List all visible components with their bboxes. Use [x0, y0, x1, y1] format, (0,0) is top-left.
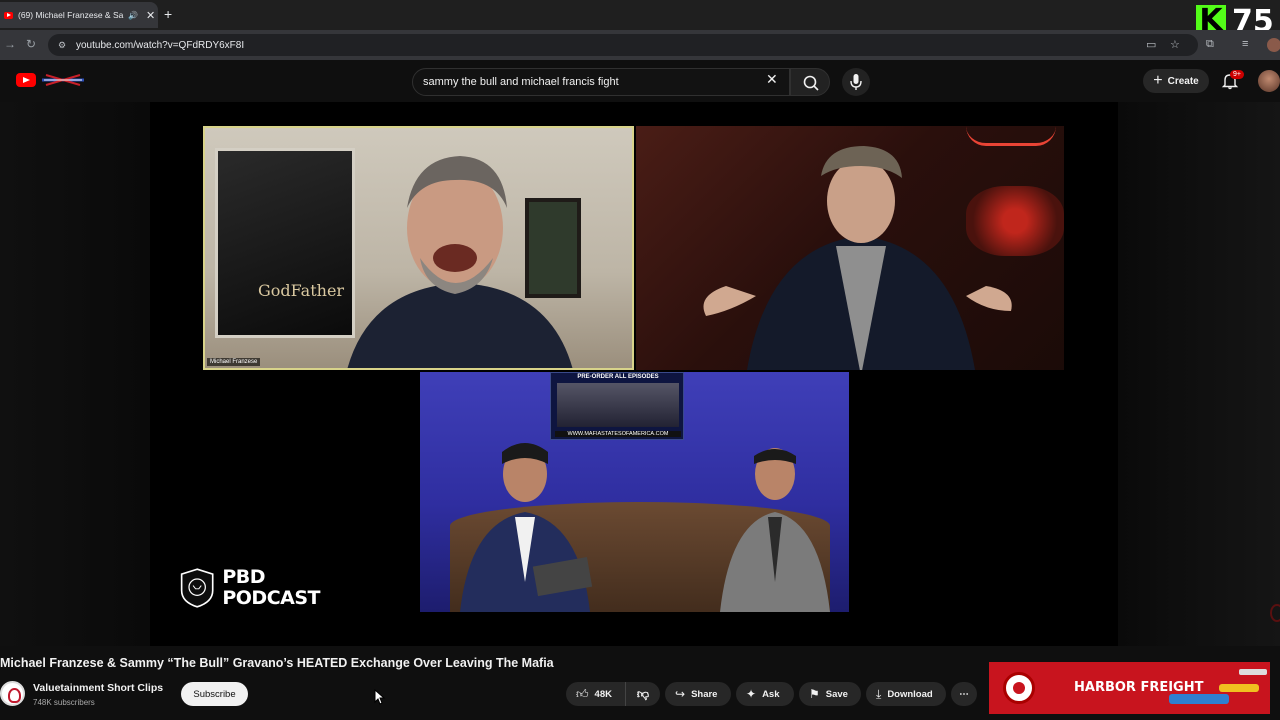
ask-label: Ask — [762, 688, 780, 700]
share-label: Share — [691, 688, 718, 700]
like-count: 48K — [594, 688, 612, 700]
more-dots-icon: ⋯ — [959, 688, 969, 700]
thumbs-down-icon: 👎︎ — [636, 686, 650, 701]
subscriber-count: 748K subscribers — [33, 698, 95, 707]
create-button[interactable]: + Create — [1143, 69, 1209, 93]
tab-title: (69) Michael Franzese & Sa — [18, 10, 124, 20]
youtube-favicon-icon — [4, 11, 13, 19]
channel-avatar[interactable] — [0, 681, 25, 706]
reload-icon[interactable]: ↻ — [26, 37, 36, 51]
create-label: Create — [1167, 75, 1199, 87]
browser-tab-bar: (69) Michael Franzese & Sa 🔊 ✕ + — [0, 0, 1280, 30]
notifications-badge: 9+ — [1230, 70, 1244, 79]
more-actions-button[interactable]: ⋯ — [951, 682, 977, 706]
dislike-button[interactable]: 👎︎ — [626, 682, 660, 706]
site-info-icon[interactable]: ⚙ — [58, 40, 70, 51]
host-figure — [460, 443, 593, 612]
like-button[interactable]: 👍︎ 48K — [566, 682, 626, 706]
clear-search-icon[interactable]: ✕ — [766, 71, 778, 88]
voice-search-button[interactable] — [842, 68, 870, 96]
bookmark-icon: ⚑ — [809, 687, 820, 701]
tools-illustration-icon — [1169, 669, 1267, 704]
video-feed-franzese: GodFather Michael Franzese — [203, 126, 634, 370]
ambient-right — [1118, 102, 1280, 646]
youtube-header: sammy the bull and michael francis fight… — [0, 60, 1280, 102]
save-button[interactable]: ⚑ Save — [799, 682, 861, 706]
media-icon[interactable]: ≡ — [1242, 38, 1248, 50]
cast-icon[interactable]: ▭ — [1146, 38, 1156, 51]
youtube-doodle-icon[interactable] — [40, 72, 86, 88]
forward-icon[interactable]: → — [4, 37, 16, 51]
sparkle-icon: ✦ — [746, 687, 757, 701]
microphone-icon — [850, 74, 862, 90]
download-label: Download — [887, 688, 933, 700]
search-button[interactable] — [790, 68, 830, 96]
speaker-icon[interactable]: 🔊 — [128, 11, 138, 20]
thumbs-up-icon: 👍︎ — [576, 686, 589, 701]
harbor-freight-logo-icon — [1003, 672, 1035, 704]
ask-button[interactable]: ✦ Ask — [736, 682, 794, 706]
watermark-line-2: PODCAST — [222, 587, 320, 609]
browser-profile-avatar[interactable] — [1267, 38, 1280, 52]
extensions-icon[interactable]: ⧉ — [1206, 38, 1214, 51]
youtube-logo-icon[interactable] — [16, 73, 36, 87]
share-button[interactable]: ↪ Share — [665, 682, 731, 706]
search-input[interactable]: sammy the bull and michael francis fight — [412, 68, 790, 96]
new-tab-icon[interactable]: + — [164, 6, 172, 22]
url-field[interactable]: ⚙ youtube.com/watch?v=QFdRDY6xF8I — [48, 34, 1198, 56]
browser-tab[interactable]: (69) Michael Franzese & Sa 🔊 ✕ — [0, 2, 158, 28]
tab-close-icon[interactable]: ✕ — [146, 9, 155, 22]
speaker-figure — [347, 156, 573, 368]
video-title: Michael Franzese & Sammy “The Bull” Grav… — [0, 656, 554, 670]
save-label: Save — [825, 688, 848, 700]
mouse-cursor-icon — [374, 689, 386, 705]
like-dislike-group: 👍︎ 48K 👎︎ — [566, 682, 660, 706]
speaker-figure-2 — [703, 146, 1012, 370]
browser-address-bar: → ↻ ⚙ youtube.com/watch?v=QFdRDY6xF8I ▭ … — [0, 30, 1280, 60]
download-button[interactable]: ⤓ Download — [866, 682, 946, 706]
share-icon: ↪ — [675, 687, 686, 701]
subscribe-button[interactable]: Subscribe — [181, 682, 248, 706]
search-icon — [803, 75, 819, 91]
ambient-left — [0, 102, 150, 646]
video-feed-gravano — [636, 126, 1064, 370]
plus-icon: + — [1153, 72, 1163, 89]
pbd-podcast-watermark: PBD PODCAST — [180, 562, 320, 614]
guest-figure — [720, 448, 830, 612]
pbd-lion-shield-icon — [180, 568, 214, 608]
video-feed-studio: PRE-ORDER ALL EPISODES WWW.MAFIASTATESOF… — [420, 372, 849, 612]
bookmark-star-icon[interactable]: ☆ — [1170, 38, 1180, 51]
harbor-freight-ad[interactable]: HARBOR FREIGHT — [989, 662, 1270, 714]
download-icon: ⤓ — [876, 686, 882, 701]
banner-heading: PRE-ORDER ALL EPISODES — [577, 374, 659, 380]
account-avatar[interactable] — [1258, 70, 1280, 92]
participant-name-label: Michael Franzese — [207, 358, 261, 366]
url-text: youtube.com/watch?v=QFdRDY6xF8I — [76, 39, 245, 51]
channel-name[interactable]: Valuetainment Short Clips — [33, 682, 163, 694]
watermark-line-1: PBD — [222, 566, 266, 588]
side-indicator-icon — [1270, 604, 1280, 622]
